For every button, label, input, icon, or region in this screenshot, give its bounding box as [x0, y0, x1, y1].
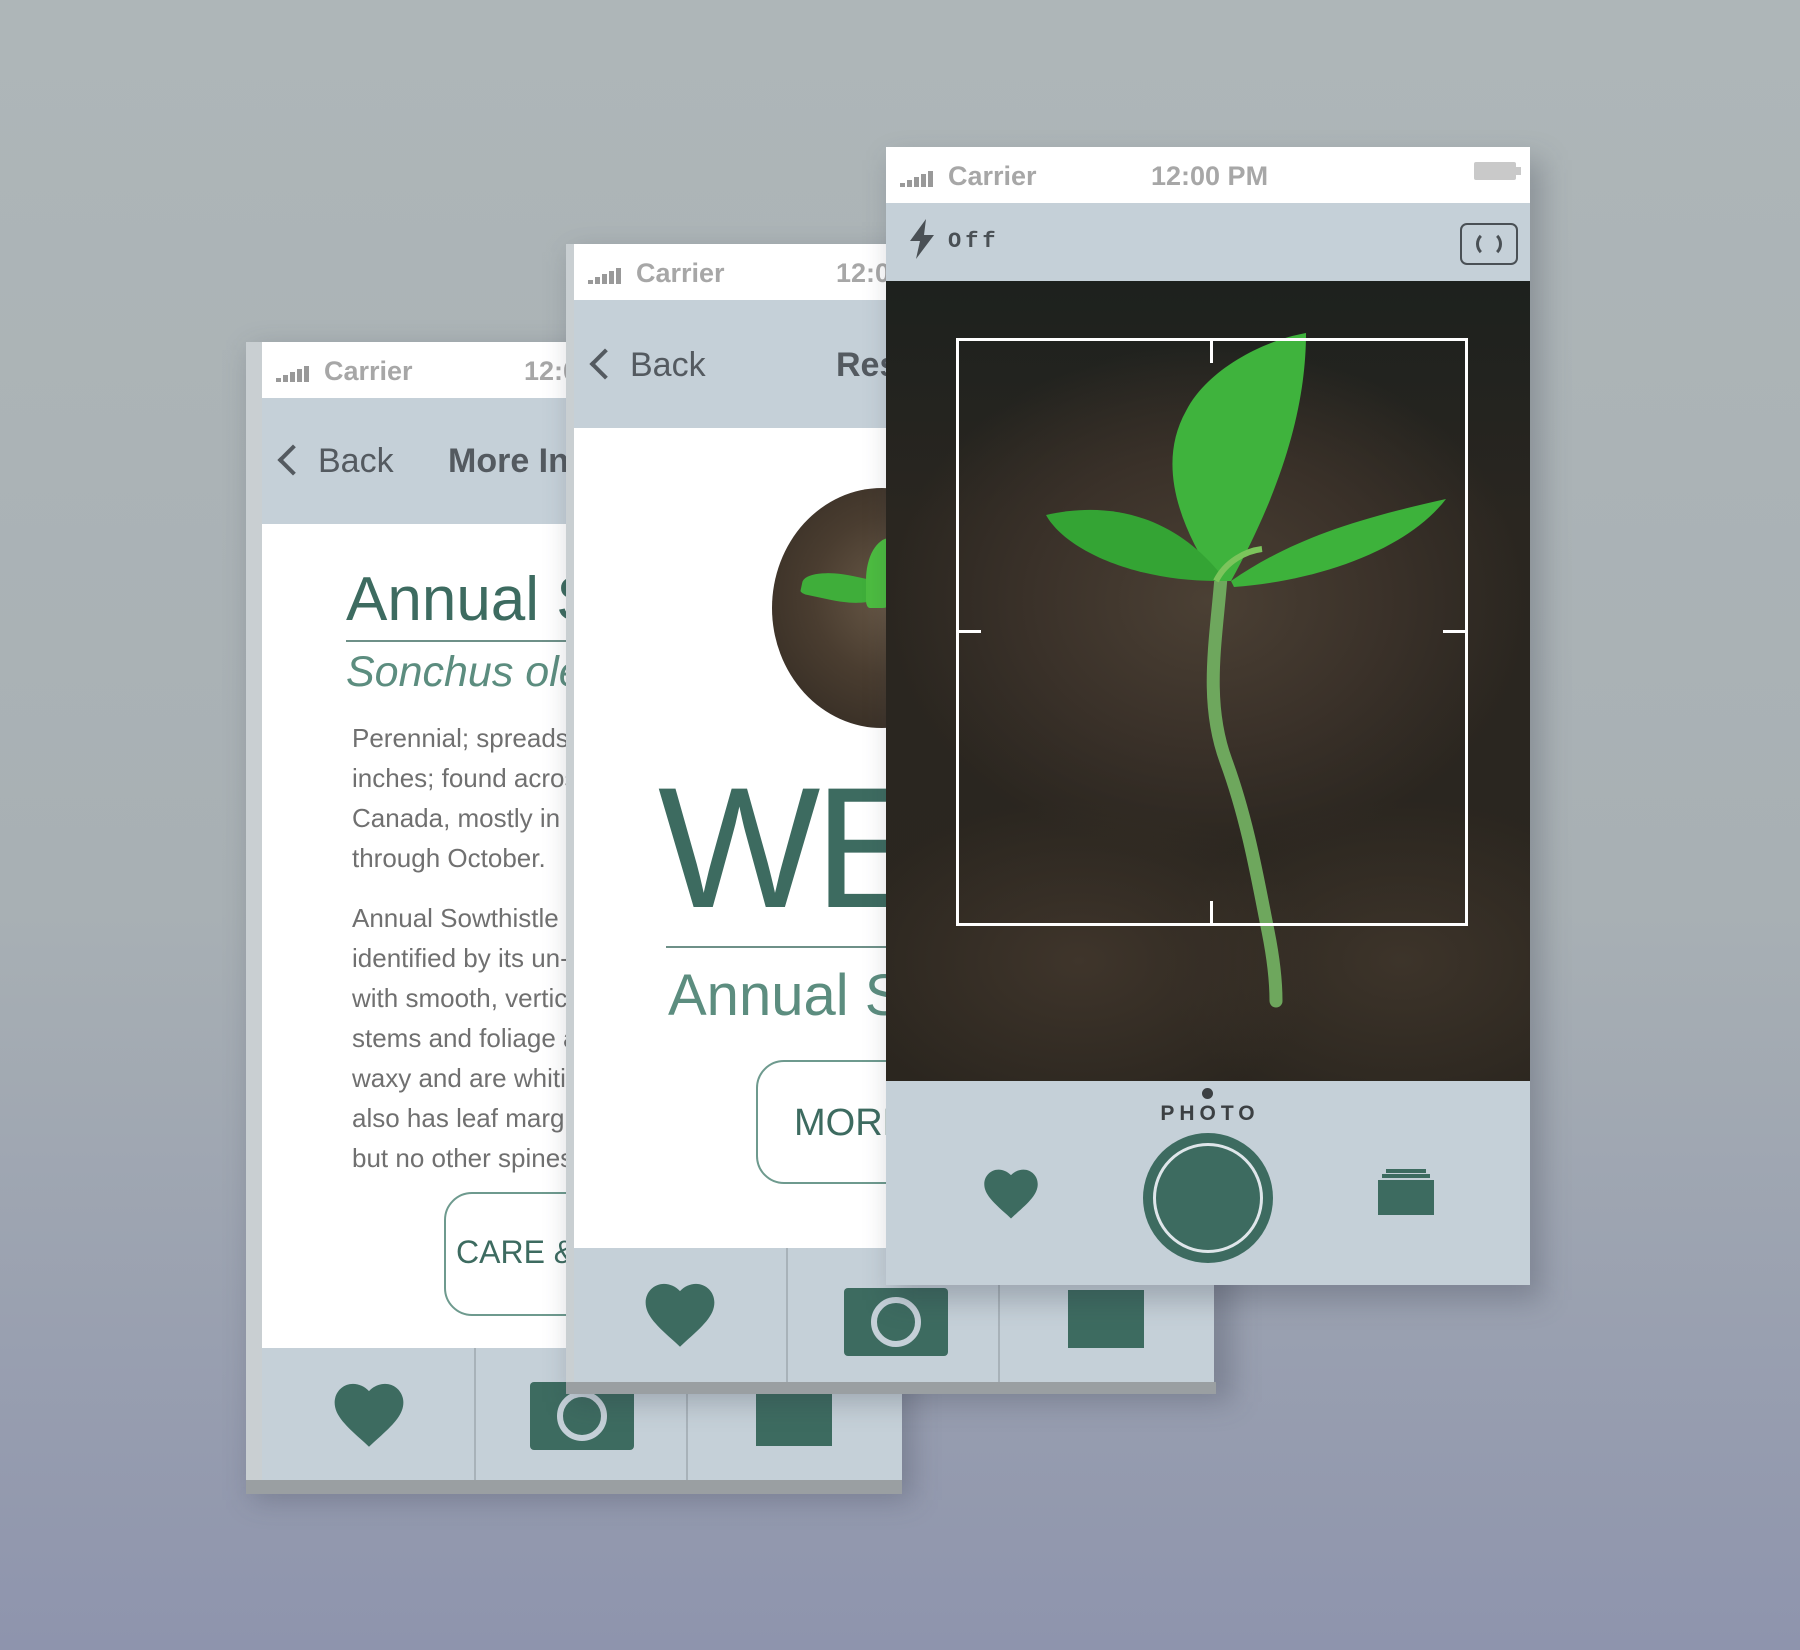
result-big-word: WE	[658, 752, 929, 944]
text-line: Annual Sowthistle is	[352, 903, 585, 933]
gallery-stack-icon[interactable]	[1378, 1169, 1434, 1215]
lightning-icon	[910, 219, 934, 259]
switch-camera-icon	[1476, 231, 1502, 257]
signal-icon	[276, 366, 316, 382]
text-line: waxy and are whitis	[352, 1063, 579, 1093]
battery-icon	[1474, 162, 1516, 180]
camera-toolbar: Off	[886, 203, 1530, 281]
text-line: with smooth, vertica	[352, 983, 582, 1013]
text-line: inches; found acros	[352, 763, 578, 793]
result-common-name: Annual S	[668, 963, 904, 1028]
tab-favorites[interactable]	[262, 1348, 474, 1480]
tab-favorites[interactable]	[574, 1248, 786, 1382]
care-button-label: CARE &	[456, 1234, 576, 1270]
clock-label: 12:0	[836, 258, 891, 288]
carrier-label: Carrier	[324, 356, 413, 386]
mode-indicator-dot	[1202, 1088, 1213, 1099]
description-paragraph-2: Annual Sowthistle is identified by its u…	[352, 898, 585, 1178]
focus-tick-bottom	[1210, 901, 1213, 923]
battery-tip	[1516, 167, 1521, 175]
text-line: Canada, mostly in la	[352, 803, 588, 833]
stack-front	[1378, 1180, 1434, 1215]
signal-icon	[588, 268, 628, 284]
back-label: Back	[318, 442, 394, 480]
status-bar: Carrier 12:00 PM	[886, 147, 1530, 203]
stack-layer	[1382, 1174, 1430, 1178]
chevron-left-icon	[589, 348, 621, 380]
camera-screen: Carrier 12:00 PM Off PHOTO	[886, 147, 1530, 1285]
camera-viewfinder[interactable]	[886, 281, 1530, 1081]
heart-icon	[334, 1383, 404, 1447]
text-line: stems and foliage a	[352, 1023, 578, 1053]
carrier-label: Carrier	[636, 258, 725, 288]
carrier-label: Carrier	[948, 161, 1037, 191]
stack-layer	[1386, 1169, 1426, 1173]
signal-icon	[900, 171, 940, 187]
flash-label: Off	[948, 229, 1000, 254]
focus-tick-right	[1443, 630, 1465, 633]
switch-camera-button[interactable]	[1460, 223, 1518, 265]
description-paragraph-1: Perennial; spreads b inches; found acros…	[352, 718, 590, 878]
nav-title: More In	[448, 442, 569, 480]
text-line: through October.	[352, 843, 546, 873]
text-line: identified by its un-b	[352, 943, 584, 973]
back-button[interactable]: Back	[589, 346, 706, 385]
scientific-name: Sonchus ole	[346, 648, 583, 696]
focus-tick-top	[1210, 341, 1213, 363]
text-line: also has leaf margin	[352, 1103, 585, 1133]
focus-tick-left	[959, 630, 981, 633]
chevron-left-icon	[277, 444, 309, 476]
text-line: but no other spines	[352, 1143, 574, 1173]
favorites-heart-icon[interactable]	[980, 1165, 1042, 1221]
shutter-button[interactable]	[1143, 1133, 1273, 1263]
photo-mode-label[interactable]: PHOTO	[1160, 1102, 1260, 1126]
plant-heading: Annual S	[346, 565, 598, 634]
clock-label: 12:00 PM	[1151, 161, 1269, 191]
heart-icon	[645, 1283, 715, 1347]
back-label: Back	[630, 346, 706, 384]
text-line: Perennial; spreads b	[352, 723, 591, 753]
back-button[interactable]: Back	[277, 442, 394, 481]
shutter-ring	[1153, 1143, 1263, 1253]
focus-frame	[956, 338, 1468, 926]
